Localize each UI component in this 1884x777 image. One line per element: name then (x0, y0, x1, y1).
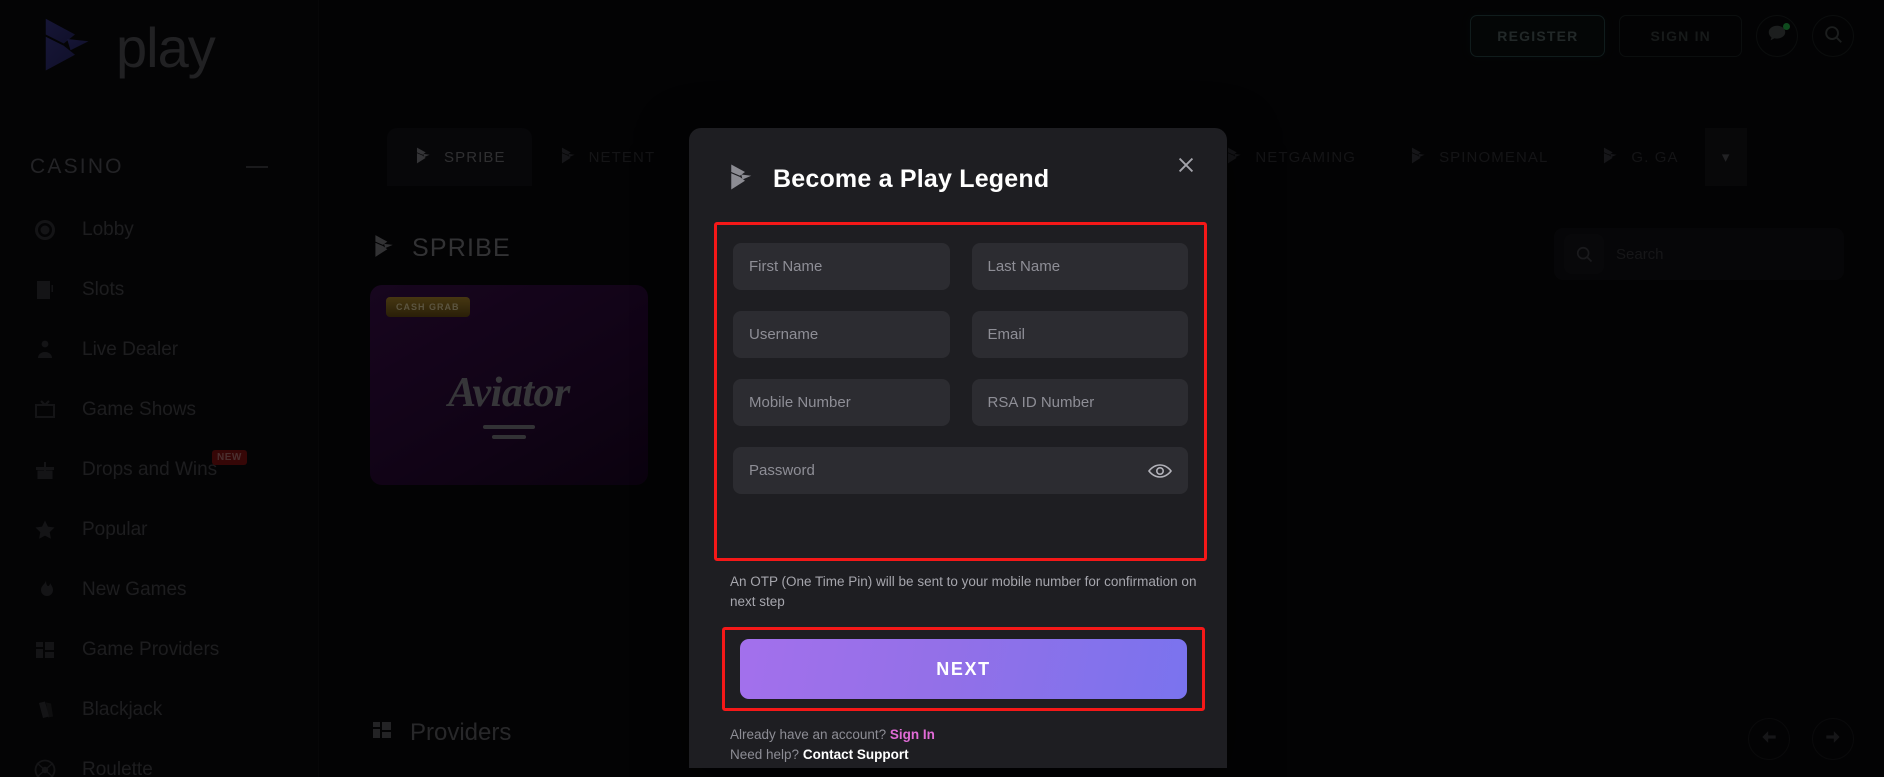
last-name-input[interactable]: Last Name (971, 243, 1188, 290)
register-modal: Become a Play Legend First Name Last Nam… (689, 128, 1227, 768)
mobile-number-input[interactable]: Mobile Number (733, 379, 950, 426)
username-input[interactable]: Username (733, 311, 950, 358)
modal-title: Become a Play Legend (773, 165, 1050, 193)
field-placeholder: RSA ID Number (987, 394, 1095, 411)
eye-icon[interactable] (1148, 462, 1172, 480)
field-placeholder: Password (749, 462, 815, 479)
password-input[interactable]: Password (733, 447, 1188, 494)
registration-fields-highlight: First Name Last Name Username Email Mobi… (714, 222, 1207, 561)
field-row: Username Email (733, 311, 1188, 358)
email-input[interactable]: Email (971, 311, 1188, 358)
close-icon (1175, 154, 1197, 181)
otp-note: An OTP (One Time Pin) will be sent to yo… (730, 574, 1197, 609)
field-placeholder: Username (749, 326, 819, 343)
field-placeholder: Last Name (987, 258, 1061, 275)
have-account-text: Already have an account? (730, 727, 887, 742)
have-account-row: Already have an account? Sign In (730, 725, 935, 745)
field-placeholder: Email (987, 326, 1026, 343)
close-button[interactable] (1169, 150, 1203, 184)
app-root: play CASINO Lobby Slots Live Dealer Game… (0, 0, 1884, 777)
modal-header: Become a Play Legend (689, 128, 1227, 197)
field-row: First Name Last Name (733, 243, 1188, 290)
need-help-row: Need help? Contact Support (730, 745, 935, 765)
field-placeholder: Mobile Number (749, 394, 851, 411)
field-row: Mobile Number RSA ID Number (733, 379, 1188, 426)
first-name-input[interactable]: First Name (733, 243, 950, 290)
next-button-highlight: NEXT (722, 627, 1205, 711)
next-button[interactable]: NEXT (740, 639, 1187, 699)
field-row: Password (733, 447, 1188, 494)
field-placeholder: First Name (749, 258, 823, 275)
modal-footer: Already have an account? Sign In Need he… (730, 725, 935, 766)
play-logo-icon (725, 162, 755, 197)
signin-link[interactable]: Sign In (890, 727, 935, 742)
rsa-id-number-input[interactable]: RSA ID Number (971, 379, 1188, 426)
need-help-text: Need help? (730, 747, 800, 763)
contact-support-link[interactable]: Contact Support (803, 747, 909, 762)
